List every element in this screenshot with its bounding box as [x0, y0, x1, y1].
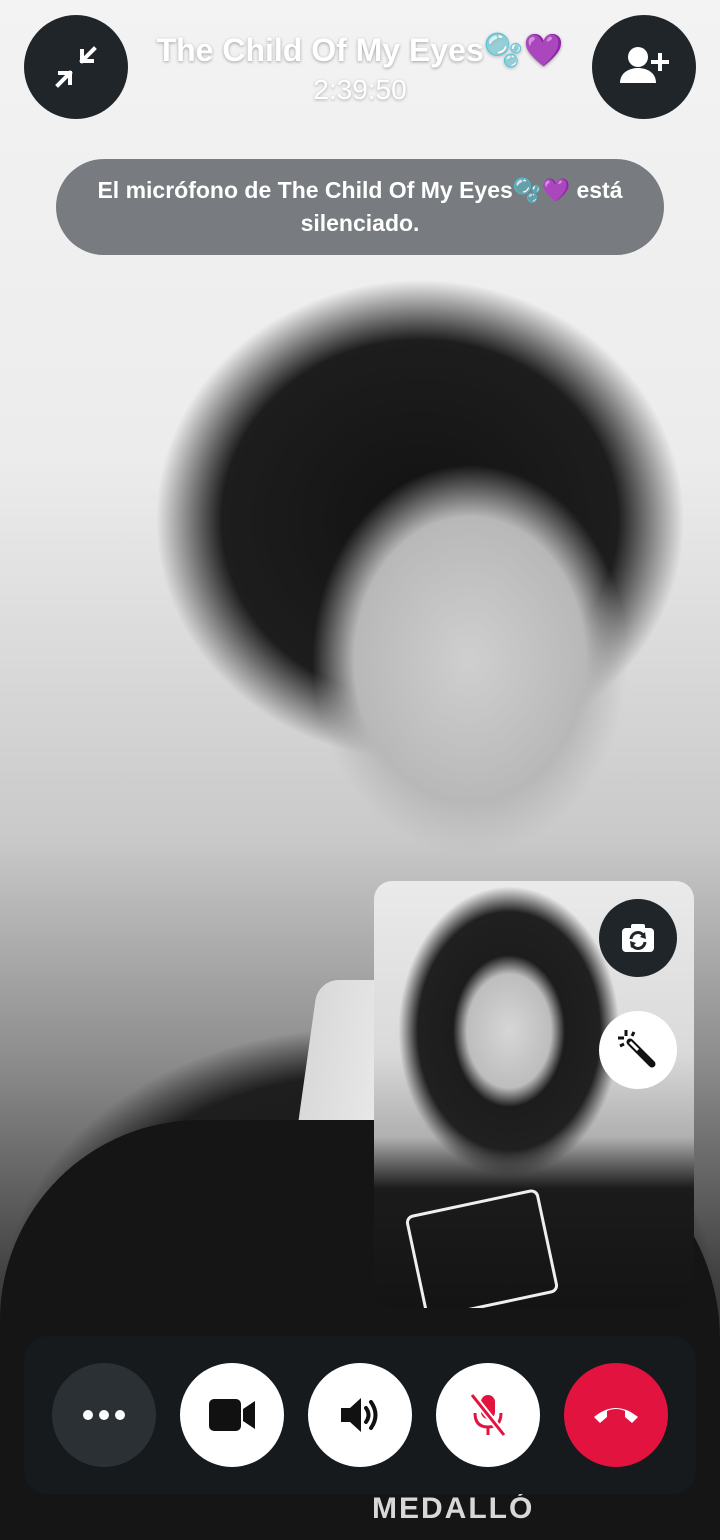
magic-wand-icon	[618, 1030, 656, 1068]
self-view-shirt-graphic	[404, 1188, 560, 1308]
end-call-button[interactable]	[564, 1363, 668, 1467]
flip-camera-icon	[622, 924, 654, 952]
speaker-icon	[341, 1398, 378, 1432]
more-icon	[83, 1410, 125, 1420]
video-camera-icon	[209, 1399, 255, 1431]
contact-name: The Child Of My Eyes🫧💜	[156, 32, 564, 68]
add-person-icon	[620, 47, 669, 83]
minimize-button[interactable]	[24, 15, 128, 119]
more-options-button[interactable]	[52, 1363, 156, 1467]
minimize-icon	[55, 46, 97, 88]
speaker-button[interactable]	[308, 1363, 412, 1467]
add-person-button[interactable]	[592, 15, 696, 119]
end-call-icon	[594, 1408, 638, 1423]
mute-notification: El micrófono de The Child Of My Eyes🫧💜 e…	[56, 159, 664, 255]
video-toggle-button[interactable]	[180, 1363, 284, 1467]
effects-button[interactable]	[599, 1011, 677, 1089]
mute-button[interactable]	[436, 1363, 540, 1467]
jacket-text: MEDALLÓ	[372, 1492, 535, 1525]
call-timer: 2:39:50	[313, 74, 407, 105]
mute-notification-text: El micrófono de The Child Of My Eyes🫧💜 e…	[97, 177, 623, 236]
microphone-muted-icon	[469, 1392, 507, 1438]
flip-camera-button[interactable]	[599, 899, 677, 977]
